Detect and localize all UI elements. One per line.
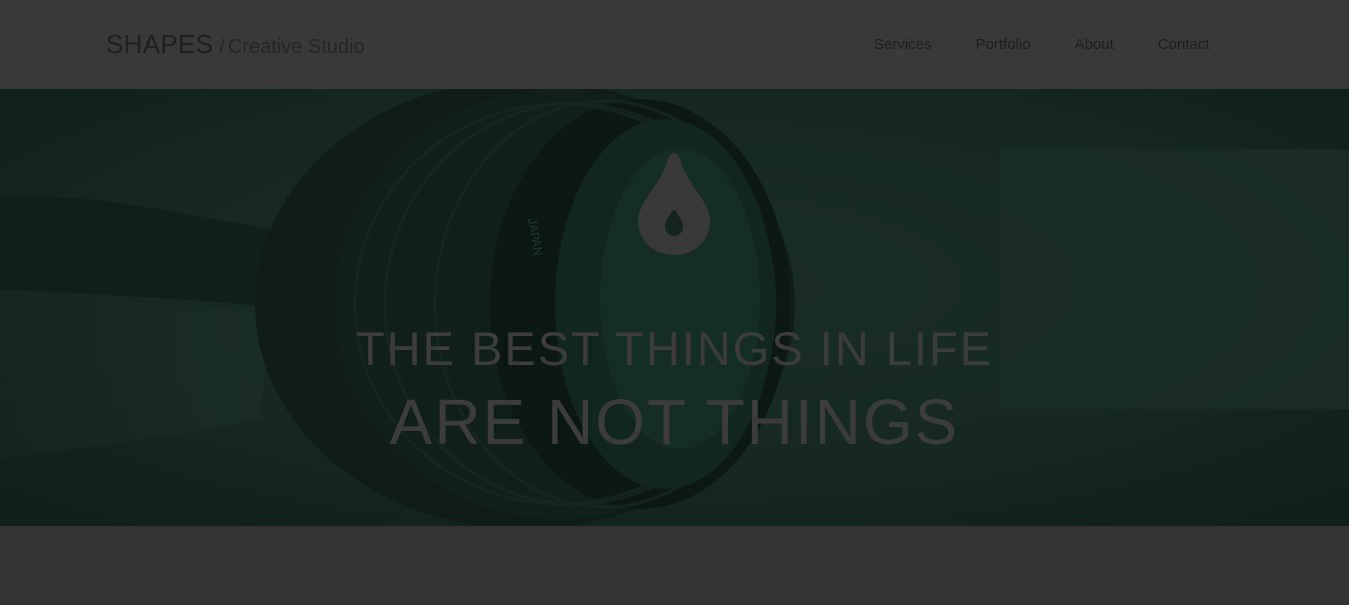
nav-link-portfolio[interactable]: Portfolio [976, 35, 1031, 55]
hero-banner: JAPAN THE BEST THINGS IN LIFE ARE NOT TH… [0, 89, 1349, 526]
nav-link-about[interactable]: About [1075, 35, 1114, 55]
site-header: SHAPES / Creative Studio Services Portfoli… [0, 0, 1349, 89]
brand-logo[interactable]: SHAPES / Creative Studio [106, 28, 365, 65]
brand-tagline: Creative Studio [227, 36, 365, 58]
brand-name: SHAPES [106, 29, 214, 59]
brand-separator: / [219, 36, 225, 58]
nav-link-contact[interactable]: Contact [1158, 35, 1210, 55]
main-nav: Services Portfolio About Contact [874, 35, 1209, 55]
hero-heading-line2: ARE NOT THINGS [389, 386, 960, 458]
content-area [0, 526, 1349, 605]
page: SHAPES / Creative Studio Services Portfoli… [0, 0, 1349, 605]
water-drop-icon [638, 153, 710, 255]
hero-heading-line1: THE BEST THINGS IN LIFE [355, 322, 994, 375]
nav-link-services[interactable]: Services [874, 35, 932, 55]
